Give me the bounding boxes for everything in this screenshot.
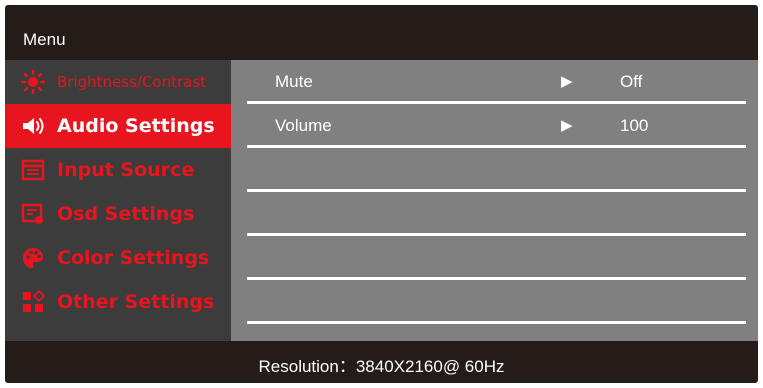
- palette-icon: [21, 246, 45, 270]
- settings-panel: Mute ▶ Off Volume ▶ 100: [231, 60, 758, 341]
- divider: [247, 321, 746, 324]
- sidebar: Brightness/Contrast Audio Settings Input…: [5, 60, 231, 341]
- sidebar-item-brightness-contrast[interactable]: Brightness/Contrast: [5, 60, 231, 104]
- sidebar-item-osd-settings[interactable]: Osd Settings: [5, 192, 231, 236]
- setting-label: Mute: [275, 72, 313, 91]
- sidebar-item-label: Brightness/Contrast: [57, 73, 207, 91]
- menu-title: Menu: [23, 30, 66, 49]
- setting-label: Volume: [275, 116, 332, 135]
- sidebar-item-color-settings[interactable]: Color Settings: [5, 236, 231, 280]
- sidebar-item-input-source[interactable]: Input Source: [5, 148, 231, 192]
- sidebar-item-label: Osd Settings: [57, 203, 195, 225]
- setting-row-empty: [231, 192, 758, 236]
- brightness-icon: [21, 70, 45, 94]
- sidebar-item-audio-settings[interactable]: Audio Settings: [5, 104, 231, 148]
- speaker-icon: [21, 114, 45, 138]
- input-source-icon: [21, 158, 45, 182]
- other-settings-icon: [21, 290, 45, 314]
- setting-value: Off: [620, 72, 643, 91]
- sidebar-item-other-settings[interactable]: Other Settings: [5, 280, 231, 324]
- setting-row-empty: [231, 236, 758, 280]
- setting-row-volume[interactable]: Volume ▶ 100: [231, 104, 758, 148]
- setting-row-empty: [231, 280, 758, 324]
- setting-row-mute[interactable]: Mute ▶ Off: [231, 60, 758, 104]
- setting-value: 100: [620, 116, 649, 135]
- osd-settings-icon: [21, 202, 45, 226]
- sidebar-item-label: Other Settings: [57, 291, 215, 313]
- sidebar-item-label: Audio Settings: [57, 115, 215, 137]
- setting-row-empty: [231, 148, 758, 192]
- arrow-right-icon: ▶: [561, 73, 573, 90]
- resolution-status: Resolution：3840X2160@ 60Hz: [258, 357, 505, 376]
- sidebar-item-label: Input Source: [57, 159, 195, 181]
- sidebar-item-label: Color Settings: [57, 247, 210, 269]
- arrow-right-icon: ▶: [561, 117, 573, 134]
